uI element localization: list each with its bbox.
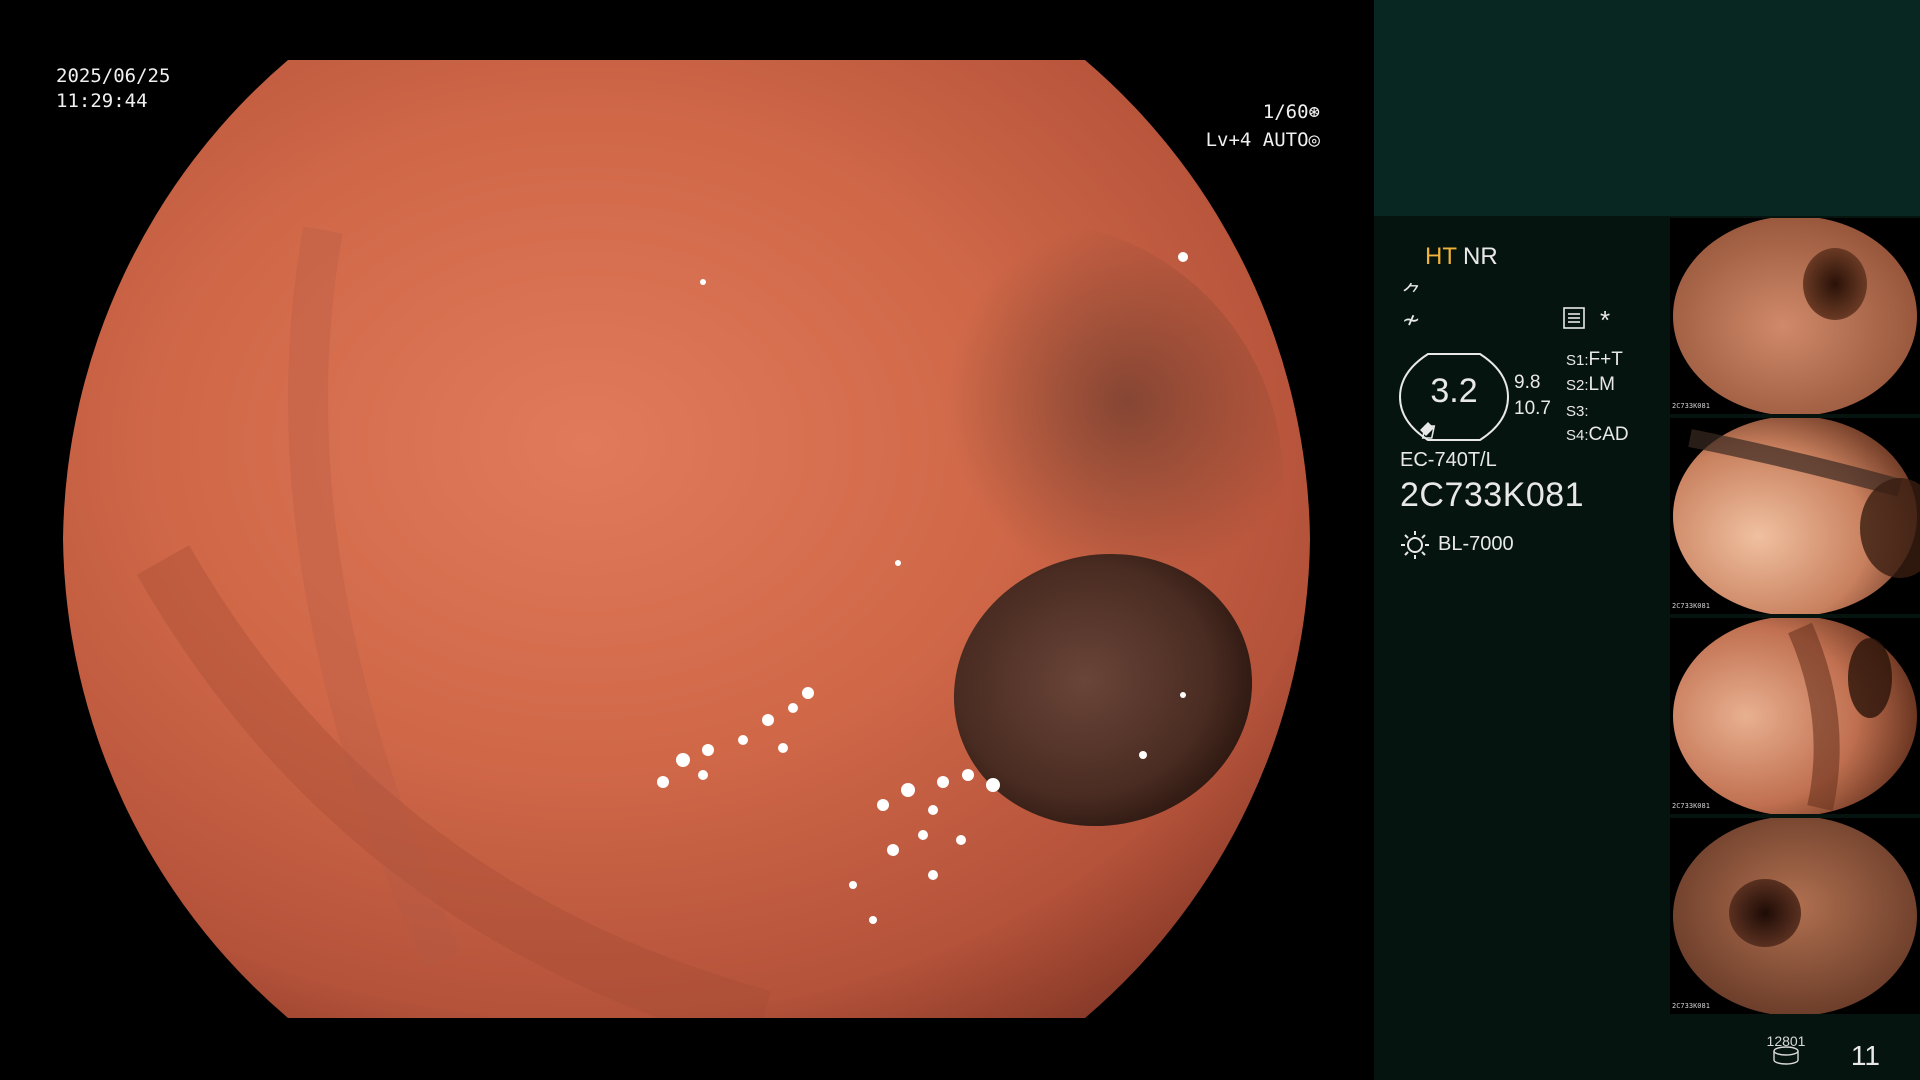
date-time-readout: 2025/06/25 11:29:44 (56, 64, 170, 114)
setting-s2: S2:LM (1566, 374, 1615, 395)
captured-image-thumbnail[interactable]: 2C733K081 (1670, 218, 1920, 414)
setting-s4-value: CAD (1588, 424, 1629, 445)
light-source-icon (1401, 531, 1429, 559)
captured-image-thumbnail[interactable]: 2C733K081 (1670, 618, 1920, 814)
image-count-text: 11 (1850, 1040, 1880, 1071)
endoscope-live-view (63, 60, 1310, 1018)
asterisk-icon: * (1600, 305, 1611, 335)
setting-s4: S4:CAD (1566, 424, 1629, 445)
captured-image-thumbnail[interactable]: 2C733K081 (1670, 818, 1920, 1014)
thumbnail-caption: 2C733K081 (1672, 402, 1710, 410)
exposure-readout: 1/60⊛ Lv+4 AUTO◎ (1195, 98, 1320, 154)
settings-list-icon (1563, 307, 1585, 329)
shutter-speed-text: 1/60 (1262, 101, 1309, 123)
setting-s2-value: LM (1588, 374, 1615, 395)
light-source-text: BL-7000 (1438, 533, 1514, 555)
thumbnail-caption: 2C733K081 (1672, 802, 1710, 810)
zoom-value: 3.2 (1430, 372, 1478, 410)
setting-s1: S1:F+T (1566, 349, 1623, 370)
enhance-icon: ⺈ (1402, 283, 1422, 305)
auto-iris-icon: ◎ (1308, 129, 1320, 151)
scope-serial-text: 2C733K081 (1400, 476, 1585, 514)
time-text: 11:29:44 (56, 90, 148, 112)
brightness-level-text: Lv+4 AUTO (1205, 129, 1309, 151)
date-text: 2025/06/25 (56, 65, 171, 87)
setting-s1-value: F+T (1588, 349, 1623, 370)
setting-s3: S3: (1566, 403, 1589, 420)
captured-image-thumbnail[interactable]: 2C733K081 (1670, 418, 1920, 614)
panel-header-area (1374, 0, 1920, 216)
nr-indicator: NR (1463, 243, 1498, 270)
filter-icon: ≁ (1402, 307, 1421, 332)
thumbnail-caption: 2C733K081 (1672, 602, 1710, 610)
zoom-secondary-b: 10.7 (1514, 398, 1551, 419)
zoom-secondary-a: 9.8 (1514, 372, 1541, 393)
storage-disk-icon (1773, 1046, 1799, 1065)
thumbnail-caption: 2C733K081 (1672, 1002, 1710, 1010)
ht-indicator: HT (1425, 243, 1457, 270)
scope-model-text: EC-740T/L (1400, 449, 1497, 471)
shutter-icon: ⊛ (1308, 101, 1320, 123)
